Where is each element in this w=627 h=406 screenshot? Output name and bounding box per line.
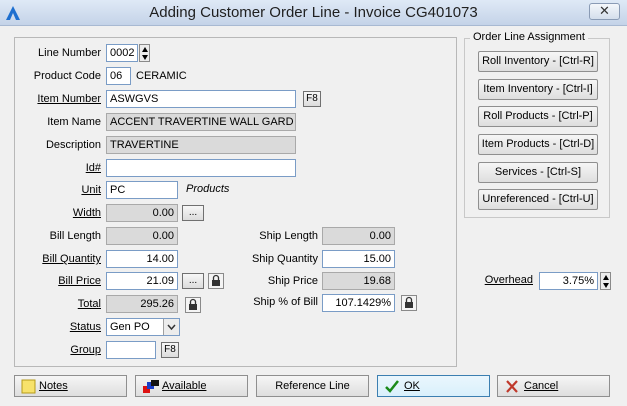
ok-button[interactable]: OK bbox=[377, 375, 490, 397]
roll-inventory-button[interactable]: Roll Inventory - [Ctrl-R] bbox=[478, 51, 598, 72]
services-button[interactable]: Services - [Ctrl-S] bbox=[478, 162, 598, 183]
line-number-spinner[interactable] bbox=[139, 44, 150, 62]
unit-field[interactable]: PC bbox=[106, 181, 178, 199]
item-number-lookup-button[interactable]: F8 bbox=[303, 91, 321, 107]
ship-pct-lock-button[interactable] bbox=[401, 295, 417, 311]
available-icon bbox=[143, 380, 159, 393]
item-number-field[interactable]: ASWGVS bbox=[106, 90, 296, 108]
cancel-button[interactable]: Cancel bbox=[497, 375, 610, 397]
order-line-panel bbox=[14, 37, 457, 367]
unreferenced-button[interactable]: Unreferenced - [Ctrl-U] bbox=[478, 189, 598, 210]
available-button-label: Available bbox=[162, 380, 207, 392]
roll-products-button[interactable]: Roll Products - [Ctrl-P] bbox=[478, 106, 598, 127]
id-number-field[interactable] bbox=[106, 159, 296, 177]
bill-quantity-label: Bill Quantity bbox=[42, 253, 101, 265]
line-number-field[interactable]: 0002 bbox=[106, 44, 138, 62]
lock-icon bbox=[212, 274, 220, 286]
group-lookup-button[interactable]: F8 bbox=[161, 342, 179, 358]
ship-length-field: 0.00 bbox=[322, 227, 395, 245]
window-title: Adding Customer Order Line - Invoice CG4… bbox=[149, 4, 478, 21]
status-label: Status bbox=[69, 321, 101, 333]
ship-price-label: Ship Price bbox=[267, 275, 318, 287]
ok-button-label: OK bbox=[404, 380, 420, 392]
notes-icon bbox=[21, 379, 36, 394]
item-products-button[interactable]: Item Products - [Ctrl-D] bbox=[478, 134, 598, 155]
item-inventory-button[interactable]: Item Inventory - [Ctrl-I] bbox=[478, 79, 598, 100]
spin-down-icon[interactable] bbox=[141, 54, 149, 61]
product-code-label: Product Code bbox=[33, 70, 101, 82]
item-name-label: Item Name bbox=[47, 116, 101, 128]
line-number-label: Line Number bbox=[38, 47, 101, 59]
id-number-label: Id# bbox=[85, 162, 101, 174]
unit-label: Unit bbox=[81, 184, 101, 196]
checkmark-icon bbox=[385, 380, 399, 393]
spin-up-icon[interactable] bbox=[602, 274, 610, 281]
total-field: 295.26 bbox=[106, 295, 178, 313]
status-dropdown-button[interactable] bbox=[163, 319, 179, 335]
overhead-spinner[interactable] bbox=[600, 272, 611, 290]
item-name-field: ACCENT TRAVERTINE WALL GARD bbox=[106, 113, 296, 131]
ship-quantity-field[interactable]: 15.00 bbox=[322, 250, 395, 268]
ship-price-field: 19.68 bbox=[322, 272, 395, 290]
ship-pct-of-bill-label: Ship % of Bill bbox=[253, 296, 318, 308]
group-field[interactable] bbox=[106, 341, 156, 359]
close-icon: ✕ bbox=[599, 3, 610, 18]
unit-type-text: Products bbox=[186, 183, 230, 195]
width-field: 0.00 bbox=[106, 204, 178, 222]
lock-icon bbox=[189, 298, 197, 310]
total-label: Total bbox=[77, 298, 101, 310]
reference-line-button[interactable]: Reference Line bbox=[256, 375, 369, 397]
notes-button[interactable]: Notes bbox=[14, 375, 127, 397]
close-icon bbox=[506, 380, 518, 393]
close-button[interactable]: ✕ bbox=[589, 3, 620, 20]
chevron-down-icon bbox=[167, 324, 176, 331]
bill-length-label: Bill Length bbox=[49, 230, 101, 242]
bill-price-field[interactable]: 21.09 bbox=[106, 272, 178, 290]
width-calc-button[interactable]: ... bbox=[182, 205, 204, 221]
dialog-window: Adding Customer Order Line - Invoice CG4… bbox=[0, 0, 627, 406]
cancel-button-label: Cancel bbox=[524, 380, 559, 392]
lock-icon bbox=[405, 296, 413, 308]
ship-pct-of-bill-field[interactable]: 107.1429% bbox=[322, 294, 395, 312]
title-bar[interactable]: Adding Customer Order Line - Invoice CG4… bbox=[0, 0, 627, 26]
ship-length-label: Ship Length bbox=[259, 230, 318, 242]
status-select-value: Gen PO bbox=[110, 321, 150, 333]
available-button[interactable]: Available bbox=[135, 375, 248, 397]
total-lock-button[interactable] bbox=[185, 297, 201, 313]
width-label: Width bbox=[72, 207, 101, 219]
overhead-field[interactable]: 3.75% bbox=[539, 272, 598, 290]
product-code-field[interactable]: 06 bbox=[106, 67, 131, 85]
bill-price-label: Bill Price bbox=[58, 275, 101, 287]
bill-length-field: 0.00 bbox=[106, 227, 178, 245]
product-code-description: CERAMIC bbox=[136, 70, 187, 82]
ship-quantity-label: Ship Quantity bbox=[251, 253, 318, 265]
description-label: Description bbox=[45, 139, 101, 151]
status-select[interactable]: Gen PO bbox=[106, 318, 180, 336]
spin-down-icon[interactable] bbox=[602, 282, 610, 289]
order-line-assignment-title: Order Line Assignment bbox=[470, 31, 588, 43]
bill-price-lock-button[interactable] bbox=[208, 273, 224, 289]
bill-price-calc-button[interactable]: ... bbox=[182, 273, 204, 289]
bill-quantity-field[interactable]: 14.00 bbox=[106, 250, 178, 268]
spin-up-icon[interactable] bbox=[141, 46, 149, 53]
group-label: Group bbox=[70, 344, 101, 356]
description-field: TRAVERTINE bbox=[106, 136, 296, 154]
reference-line-button-label: Reference Line bbox=[275, 380, 350, 392]
item-number-label: Item Number bbox=[37, 93, 101, 105]
notes-button-label: Notes bbox=[39, 380, 68, 392]
overhead-label: Overhead bbox=[484, 274, 533, 286]
